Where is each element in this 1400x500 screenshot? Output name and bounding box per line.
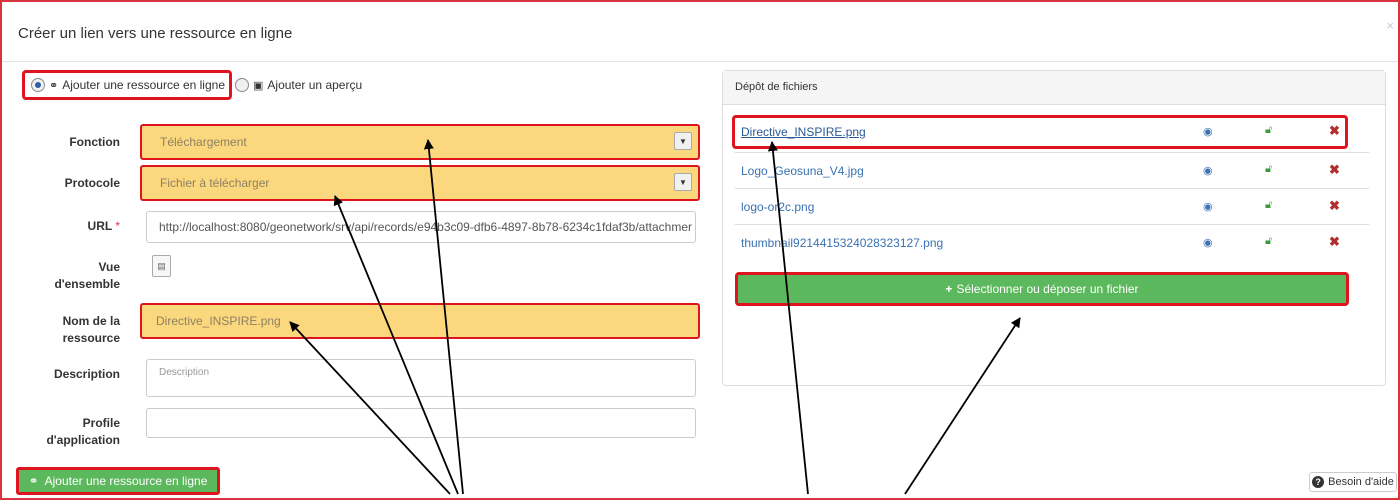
- label-profile-line1: Profile: [82, 416, 120, 430]
- dialog-title: Créer un lien vers une ressource en lign…: [18, 25, 293, 42]
- dialog-header: Créer un lien vers une ressource en lign…: [2, 2, 1398, 62]
- upload-file-button[interactable]: + Sélectionner ou déposer un fichier: [735, 272, 1349, 306]
- chevron-down-icon[interactable]: ▼: [674, 173, 692, 191]
- unlock-icon[interactable]: 🔓︎: [1265, 163, 1272, 176]
- fonction-value: Téléchargement: [160, 135, 247, 149]
- eye-icon[interactable]: ◉: [1203, 164, 1213, 177]
- url-value: http://localhost:8080/geonetwork/srv/api…: [159, 220, 693, 234]
- eye-icon[interactable]: ◉: [1203, 236, 1213, 249]
- question-icon: ?: [1312, 476, 1325, 488]
- file-store-heading: Dépôt de fichiers: [723, 71, 1385, 105]
- file-link[interactable]: logo-or2c.png: [741, 200, 814, 214]
- file-row: Logo_Geosuna_V4.jpg ◉ 🔓︎ ✖: [735, 152, 1369, 188]
- required-mark: *: [115, 219, 120, 233]
- profile-input[interactable]: [146, 408, 696, 438]
- description-placeholder: Description: [159, 367, 210, 378]
- label-url-text: URL: [87, 219, 112, 233]
- protocole-select[interactable]: Fichier à télécharger ▼: [140, 165, 700, 201]
- radio-online-resource-label[interactable]: Ajouter une ressource en ligne: [62, 78, 225, 92]
- url-input[interactable]: http://localhost:8080/geonetwork/srv/api…: [146, 211, 696, 243]
- file-link[interactable]: thumbnail9214415324028323127.png: [741, 236, 943, 250]
- resource-name-input[interactable]: Directive_INSPIRE.png: [140, 303, 700, 339]
- label-profile-line2: d'application: [46, 433, 120, 447]
- fonction-select[interactable]: Téléchargement ▼: [140, 124, 700, 160]
- radio-preview[interactable]: [235, 78, 249, 92]
- radio-preview-label[interactable]: Ajouter un aperçu: [267, 78, 362, 92]
- help-button[interactable]: ? Besoin d'aide: [1309, 472, 1397, 492]
- label-profile: Profile d'application: [0, 415, 120, 449]
- eye-icon[interactable]: ◉: [1203, 200, 1213, 213]
- add-online-resource-button[interactable]: ⚭ Ajouter une ressource en ligne: [16, 467, 220, 495]
- link-icon: ⚭: [49, 79, 59, 92]
- remove-icon[interactable]: ✖: [1329, 198, 1340, 214]
- radio-online-resource[interactable]: [31, 78, 45, 92]
- add-online-resource-label: Ajouter une ressource en ligne: [44, 474, 208, 488]
- label-overview-line1: Vue: [98, 260, 120, 274]
- resource-name-value: Directive_INSPIRE.png: [156, 314, 281, 328]
- upload-file-label: Sélectionner ou déposer un fichier: [956, 282, 1139, 296]
- label-description: Description: [53, 367, 120, 381]
- link-icon: ⚭: [28, 474, 39, 488]
- description-textarea[interactable]: Description: [146, 359, 696, 397]
- label-fonction: Fonction: [69, 135, 120, 149]
- label-overview-line2: d'ensemble: [54, 277, 120, 291]
- label-overview: Vue d'ensemble: [0, 259, 120, 293]
- remove-icon[interactable]: ✖: [1329, 234, 1340, 250]
- label-name: Nom de la ressource: [0, 313, 120, 347]
- file-highlight-box: [732, 115, 1348, 149]
- mode-radio-group: ⚭ Ajouter une ressource en ligne ▣ Ajout…: [22, 72, 362, 98]
- file-row: logo-or2c.png ◉ 🔓︎ ✖: [735, 188, 1369, 224]
- remove-icon[interactable]: ✖: [1329, 162, 1340, 178]
- protocole-value: Fichier à télécharger: [160, 176, 270, 190]
- unlock-icon[interactable]: 🔓︎: [1265, 235, 1272, 248]
- plus-icon: +: [945, 282, 953, 296]
- file-row: thumbnail9214415324028323127.png ◉ 🔓︎ ✖: [735, 224, 1369, 260]
- unlock-icon[interactable]: 🔓︎: [1265, 199, 1272, 212]
- label-url: URL *: [0, 218, 120, 235]
- label-name-line1: Nom de la: [62, 314, 120, 328]
- file-thumbnail-icon[interactable]: ▤: [152, 255, 171, 277]
- chevron-down-icon[interactable]: ▼: [674, 132, 692, 150]
- file-link[interactable]: Logo_Geosuna_V4.jpg: [741, 164, 864, 178]
- help-label: Besoin d'aide: [1328, 476, 1394, 488]
- label-protocole: Protocole: [64, 176, 120, 190]
- label-name-line2: ressource: [62, 331, 120, 345]
- close-icon[interactable]: ×: [1386, 18, 1394, 33]
- picture-icon: ▣: [253, 79, 264, 92]
